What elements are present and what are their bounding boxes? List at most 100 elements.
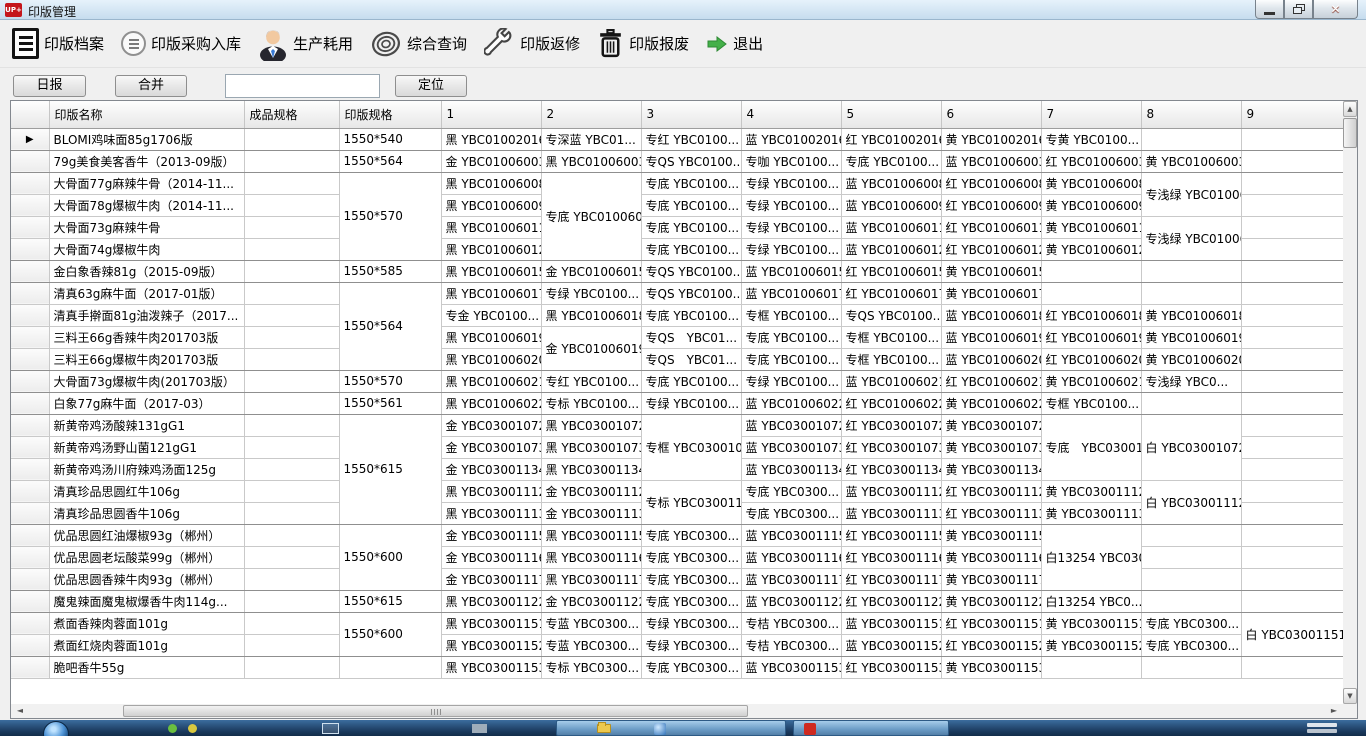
- table-cell[interactable]: 黑 YBC01006020: [441, 348, 541, 370]
- table-cell[interactable]: 红 YBC03001152: [941, 634, 1041, 656]
- table-cell[interactable]: 金 YBC03001117: [441, 568, 541, 590]
- table-cell[interactable]: 黄 YBC03001153: [941, 656, 1041, 678]
- table-cell[interactable]: 黄 YBC01006015: [941, 260, 1041, 282]
- table-cell[interactable]: 蓝 YBC03001113: [841, 502, 941, 524]
- table-cell[interactable]: 黄 YBC03001112: [1041, 480, 1141, 502]
- table-cell[interactable]: 蓝 YBC03001072: [741, 414, 841, 436]
- table-cell[interactable]: 清真珍品思圆红牛106g: [49, 480, 244, 502]
- table-cell[interactable]: 金 YBC03001115: [441, 524, 541, 546]
- row-selector-current[interactable]: ▶: [11, 128, 49, 150]
- table-cell[interactable]: 蓝 YBC01006022: [741, 392, 841, 414]
- table-cell[interactable]: 专QS YBC0100...: [641, 150, 741, 172]
- table-cell[interactable]: [244, 612, 339, 634]
- row-selector-cell[interactable]: [11, 414, 49, 436]
- table-cell[interactable]: 黄 YBC01006003: [1141, 150, 1241, 172]
- row-selector-cell[interactable]: [11, 304, 49, 326]
- window-icon[interactable]: [322, 723, 339, 734]
- table-cell[interactable]: 专框 YBC0100...: [841, 326, 941, 348]
- table-cell[interactable]: 黑 YBC01006021: [441, 370, 541, 392]
- table-cell[interactable]: 红 YBC03001134: [841, 458, 941, 480]
- table-cell[interactable]: 红 YBC01006003: [1041, 150, 1141, 172]
- table-cell[interactable]: 专标 YBC03001112: [641, 480, 741, 524]
- row-selector-cell[interactable]: [11, 590, 49, 612]
- table-cell[interactable]: [1241, 502, 1343, 524]
- table-cell[interactable]: [244, 458, 339, 480]
- column-header-4[interactable]: 4: [741, 101, 841, 128]
- row-selector-cell[interactable]: [11, 326, 49, 348]
- table-cell[interactable]: 大骨面74g爆椒牛肉: [49, 238, 244, 260]
- table-cell[interactable]: 红 YBC01006018: [1041, 304, 1141, 326]
- table-cell[interactable]: 红 YBC01006015: [841, 260, 941, 282]
- table-cell[interactable]: [244, 172, 339, 194]
- table-cell[interactable]: [1141, 392, 1241, 414]
- scroll-left-icon[interactable]: ◄: [11, 704, 29, 718]
- table-cell[interactable]: [244, 524, 339, 546]
- row-selector-cell[interactable]: [11, 612, 49, 634]
- table-cell[interactable]: 大骨面77g麻辣牛骨（2014-11...: [49, 172, 244, 194]
- table-cell[interactable]: 金 YBC03001134: [441, 458, 541, 480]
- table-cell[interactable]: [1241, 568, 1343, 590]
- table-cell[interactable]: 1550*600: [339, 524, 441, 590]
- table-cell[interactable]: 煮面红烧肉蓉面101g: [49, 634, 244, 656]
- table-cell[interactable]: 专绿 YBC0300...: [641, 634, 741, 656]
- table-cell[interactable]: 黄 YBC03001117: [941, 568, 1041, 590]
- table-cell[interactable]: 黄 YBC03001122: [941, 590, 1041, 612]
- table-cell[interactable]: [244, 634, 339, 656]
- table-cell[interactable]: 黑 YBC01006019: [441, 326, 541, 348]
- table-cell[interactable]: 清真63g麻牛面（2017-01版）: [49, 282, 244, 304]
- table-cell[interactable]: 红 YBC03001073: [841, 436, 941, 458]
- table-cell[interactable]: 专底 YBC0100...: [641, 216, 741, 238]
- row-selector-cell[interactable]: [11, 216, 49, 238]
- table-cell[interactable]: 专红 YBC0100...: [641, 128, 741, 150]
- table-cell[interactable]: 1550*564: [339, 150, 441, 172]
- table-cell[interactable]: 黄 YBC03001134: [941, 458, 1041, 480]
- row-selector-cell[interactable]: [11, 238, 49, 260]
- table-cell[interactable]: 专桔 YBC0300...: [741, 612, 841, 634]
- table-cell[interactable]: [1241, 656, 1343, 678]
- table-cell[interactable]: 金 YBC03001072: [441, 414, 541, 436]
- table-cell[interactable]: 红 YBC01006020: [1041, 348, 1141, 370]
- table-cell[interactable]: 专底 YBC0100...: [641, 194, 741, 216]
- table-cell[interactable]: 专浅绿 YBC01006: [1141, 172, 1241, 216]
- table-cell[interactable]: 蓝 YBC03001134: [741, 458, 841, 480]
- column-header-7[interactable]: 7: [1041, 101, 1141, 128]
- row-selector-cell[interactable]: [11, 436, 49, 458]
- table-cell[interactable]: 专底 YBC0300...: [641, 546, 741, 568]
- table-cell[interactable]: 黑 YBC03001122: [441, 590, 541, 612]
- table-cell[interactable]: [1241, 282, 1343, 304]
- row-selector-cell[interactable]: [11, 546, 49, 568]
- table-cell[interactable]: 黑 YBC03001113: [441, 502, 541, 524]
- table-cell[interactable]: 脆吧香牛55g: [49, 656, 244, 678]
- table-cell[interactable]: 红 YBC01006017: [841, 282, 941, 304]
- table-cell[interactable]: 专底 YBC0300...: [641, 590, 741, 612]
- table-cell[interactable]: 黑 YBC01002016: [441, 128, 541, 150]
- column-header-3[interactable]: 3: [641, 101, 741, 128]
- table-cell[interactable]: 新黄帝鸡汤野山菌121gG1: [49, 436, 244, 458]
- table-cell[interactable]: [244, 194, 339, 216]
- table-cell[interactable]: 专QS YBC01...: [641, 326, 741, 348]
- table-cell[interactable]: [244, 348, 339, 370]
- taskbar-app-folder[interactable]: [556, 720, 786, 736]
- column-header-product-spec[interactable]: 成品规格: [244, 101, 339, 128]
- table-cell[interactable]: [1041, 260, 1141, 282]
- table-cell[interactable]: [244, 502, 339, 524]
- table-cell[interactable]: 专浅绿 YBC01006: [1141, 216, 1241, 260]
- table-cell[interactable]: 黑 YBC03001115: [541, 524, 641, 546]
- row-selector-cell[interactable]: [11, 392, 49, 414]
- table-cell[interactable]: [244, 370, 339, 392]
- table-cell[interactable]: 优品思圆老坛酸菜99g（郴州）: [49, 546, 244, 568]
- row-selector-cell[interactable]: [11, 172, 49, 194]
- table-cell[interactable]: 蓝 YBC01006015: [741, 260, 841, 282]
- table-cell[interactable]: 专框 YBC03001072: [641, 414, 741, 480]
- table-cell[interactable]: 黑 YBC03001073: [541, 436, 641, 458]
- table-cell[interactable]: 专绿 YBC0100...: [541, 282, 641, 304]
- table-cell[interactable]: [244, 238, 339, 260]
- table-cell[interactable]: [244, 282, 339, 304]
- row-selector-cell[interactable]: [11, 502, 49, 524]
- table-cell[interactable]: 黄 YBC03001113: [1041, 502, 1141, 524]
- table-cell[interactable]: [1141, 656, 1241, 678]
- table-cell[interactable]: [1241, 392, 1343, 414]
- table-cell[interactable]: [1141, 260, 1241, 282]
- table-cell[interactable]: 专底 YBC0300...: [741, 480, 841, 502]
- table-cell[interactable]: [244, 260, 339, 282]
